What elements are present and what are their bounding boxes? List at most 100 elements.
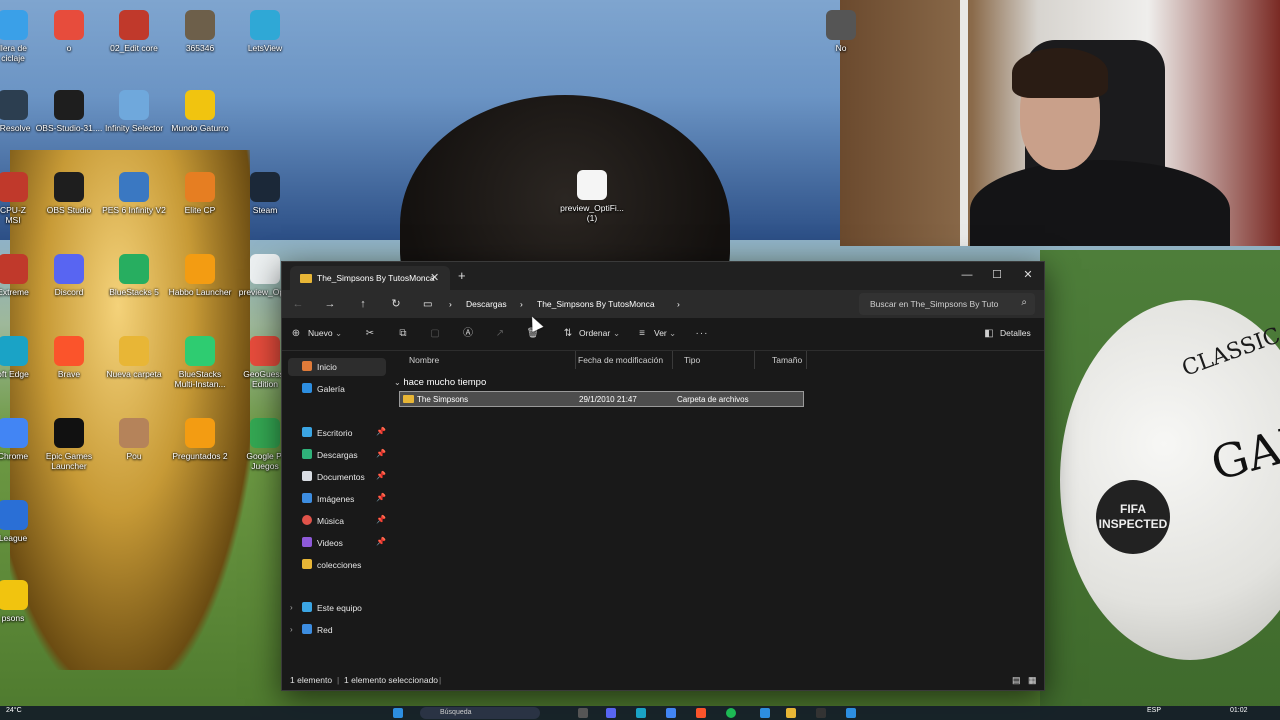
maximize-button[interactable]: ☐ xyxy=(983,266,1011,284)
back-button[interactable]: ← xyxy=(290,296,306,312)
desktop-icon[interactable]: BlueStacks Multi-Instan... xyxy=(165,336,235,389)
group-header[interactable]: ⌄ hace mucho tiempo xyxy=(394,377,486,388)
chrome-taskbar-icon[interactable] xyxy=(666,708,676,718)
sidebar-item-label: Descargas xyxy=(317,450,358,460)
details-view-icon[interactable]: ▤ xyxy=(1012,675,1021,686)
column-divider[interactable] xyxy=(806,351,807,369)
close-window-button[interactable]: ✕ xyxy=(1014,266,1042,284)
forward-button[interactable]: → xyxy=(322,296,338,312)
desktop-icon[interactable]: psons xyxy=(0,580,48,623)
app-icon xyxy=(826,10,856,40)
cut-icon[interactable]: ✂ xyxy=(363,327,377,341)
desktop-icon[interactable]: o xyxy=(34,10,104,53)
more-options-icon[interactable]: ··· xyxy=(695,327,709,341)
sidebar-item-imagenes[interactable]: Imágenes 📌 xyxy=(300,490,386,508)
search-box[interactable]: Buscar en The_Simpsons By Tuto ⌕ xyxy=(859,293,1035,315)
breadcrumb-descargas[interactable]: Descargas xyxy=(466,299,507,309)
sidebar-item-escritorio[interactable]: Escritorio 📌 xyxy=(300,424,386,442)
app-icon xyxy=(54,254,84,284)
column-header-type[interactable]: Tipo xyxy=(684,355,700,365)
desktop-icon[interactable]: Pou xyxy=(99,418,169,461)
close-tab-icon[interactable]: ✕ xyxy=(430,271,439,284)
sidebar-item-galeria[interactable]: Galería xyxy=(300,380,386,398)
desktop-icon[interactable]: Habbo Launcher xyxy=(165,254,235,297)
file-explorer-taskbar-icon[interactable] xyxy=(786,708,796,718)
chevron-right-icon[interactable]: › xyxy=(290,625,293,634)
sidebar-item-inicio[interactable]: Inicio xyxy=(288,358,386,376)
start-icon[interactable] xyxy=(393,708,403,718)
discord-taskbar-icon[interactable] xyxy=(606,708,616,718)
column-header-name[interactable]: Nombre xyxy=(409,355,439,365)
paste-icon[interactable]: ▢ xyxy=(428,327,442,341)
app-icon xyxy=(250,254,280,284)
table-row[interactable]: The Simpsons 29/1/2010 21:47 Carpeta de … xyxy=(399,391,804,407)
desktop-icon[interactable]: Elite CP xyxy=(165,172,235,215)
desktop-icon[interactable]: Nueva carpeta xyxy=(99,336,169,379)
app-icon xyxy=(54,418,84,448)
desktop-icon[interactable]: LetsView xyxy=(230,10,300,53)
sort-button[interactable]: Ordenar xyxy=(579,328,610,338)
desktop-icon[interactable]: League xyxy=(0,500,48,543)
spotify-taskbar-icon[interactable] xyxy=(726,708,736,718)
title-bar[interactable]: The_Simpsons By TutosMonca ✕ + — ☐ ✕ xyxy=(282,262,1044,290)
column-header-size[interactable]: Tamaño xyxy=(772,355,802,365)
edge-taskbar-icon[interactable] xyxy=(636,708,646,718)
app-taskbar-icon[interactable] xyxy=(846,708,856,718)
sidebar-item-musica[interactable]: Música 📌 xyxy=(300,512,386,530)
obs-taskbar-icon[interactable] xyxy=(816,708,826,718)
taskbar-search[interactable]: Búsqueda xyxy=(420,707,540,719)
task-view-icon[interactable] xyxy=(578,708,588,718)
desktop-icon[interactable]: Epic Games Launcher xyxy=(34,418,104,471)
desktop-icon[interactable]: Discord xyxy=(34,254,104,297)
desktop-icon[interactable]: Preguntados 2 xyxy=(165,418,235,461)
tiles-view-icon[interactable]: ▦ xyxy=(1028,675,1037,686)
desktop-icon[interactable]: 02_Edit core xyxy=(99,10,169,53)
explorer-tab[interactable]: The_Simpsons By TutosMonca ✕ xyxy=(290,266,450,290)
sidebar-item-videos[interactable]: Videos 📌 xyxy=(300,534,386,552)
clock[interactable]: 01:02 xyxy=(1230,707,1248,714)
sidebar-item-documentos[interactable]: Documentos 📌 xyxy=(300,468,386,486)
language-indicator[interactable]: ESP xyxy=(1147,707,1161,714)
desktop-icon[interactable]: Steam xyxy=(230,172,300,215)
details-button[interactable]: Detalles xyxy=(1000,328,1031,338)
desktop-icon[interactable]: OBS-Studio-31.... xyxy=(34,90,104,133)
app-taskbar-icon[interactable] xyxy=(760,708,770,718)
desktop-icon[interactable]: BlueStacks 5 xyxy=(99,254,169,297)
up-button[interactable]: ↑ xyxy=(355,296,371,312)
desktop-icon[interactable]: OBS Studio xyxy=(34,172,104,215)
copy-icon[interactable]: ⧉ xyxy=(396,327,410,341)
sidebar-item-descargas[interactable]: Descargas 📌 xyxy=(300,446,386,464)
share-icon[interactable]: ↗ xyxy=(493,327,507,341)
refresh-button[interactable]: ↻ xyxy=(388,296,404,312)
desktop-icon[interactable]: Mundo Gaturro xyxy=(165,90,235,133)
pin-icon: 📌 xyxy=(376,537,386,546)
rename-icon[interactable]: Ⓐ xyxy=(461,327,475,341)
weather-widget[interactable]: 24°C xyxy=(6,707,22,714)
new-tab-button[interactable]: + xyxy=(458,268,466,283)
desktop-icon[interactable]: No xyxy=(806,10,876,53)
sidebar-item-este-equipo[interactable]: Este equipo xyxy=(300,599,386,617)
view-button[interactable]: Ver xyxy=(654,328,667,338)
desktop-icon[interactable]: Infinity Selector xyxy=(99,90,169,133)
column-divider[interactable] xyxy=(672,351,673,369)
breadcrumb-current-folder[interactable]: The_Simpsons By TutosMonca xyxy=(537,299,655,309)
sidebar-item-colecciones[interactable]: colecciones xyxy=(300,556,386,574)
column-divider[interactable] xyxy=(575,351,576,369)
new-icon: ⊕ xyxy=(291,328,301,339)
desktop-icon-label: OBS Studio xyxy=(46,205,92,215)
desktop-icon[interactable]: Brave xyxy=(34,336,104,379)
desktop-icon-label: No xyxy=(835,43,847,53)
minimize-button[interactable]: — xyxy=(953,266,981,284)
sidebar-item-red[interactable]: Red xyxy=(300,621,386,639)
app-icon xyxy=(119,172,149,202)
column-header-date[interactable]: Fecha de modificación xyxy=(578,355,663,365)
desktop-icon[interactable]: PES 6 Infinity V2 xyxy=(99,172,169,215)
sidebar-item-label: Este equipo xyxy=(317,603,362,613)
address-bar[interactable]: ▭ › Descargas › The_Simpsons By TutosMon… xyxy=(419,293,853,315)
chevron-right-icon[interactable]: › xyxy=(290,603,293,612)
desktop-icon[interactable]: 365346 xyxy=(165,10,235,53)
column-divider[interactable] xyxy=(754,351,755,369)
brave-taskbar-icon[interactable] xyxy=(696,708,706,718)
desktop-icon-preview-optifine[interactable]: preview_OptiFi... (1) xyxy=(557,170,627,223)
new-button[interactable]: Nuevo xyxy=(308,328,333,338)
